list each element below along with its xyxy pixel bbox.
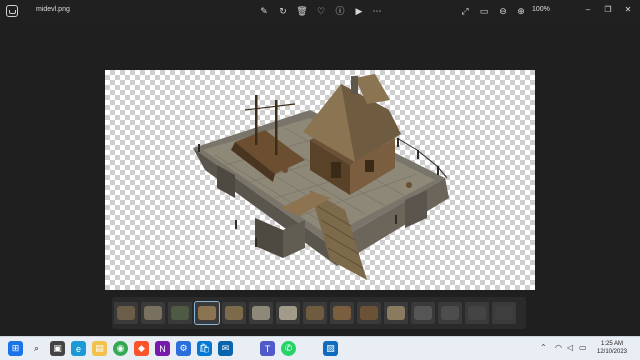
thumbnail[interactable] [357, 302, 381, 324]
photos-icon[interactable]: ▨ [323, 341, 338, 356]
thumbnail[interactable] [114, 302, 138, 324]
fit-icon[interactable]: ▭ [478, 5, 490, 17]
whatsapp-icon[interactable]: ✆ [281, 341, 296, 356]
thumbnail-selected[interactable] [194, 301, 220, 325]
thumbnail[interactable] [492, 302, 516, 324]
zoom-level[interactable]: 100% [532, 6, 550, 13]
time: 1:25 AM [600, 341, 623, 347]
filmstrip[interactable] [112, 297, 526, 329]
settings-icon[interactable]: ⚙ [176, 341, 191, 356]
zoom-in-icon[interactable]: ⊕ [515, 5, 527, 17]
thumbnail[interactable] [384, 302, 408, 324]
tray-overflow-icon[interactable]: ⌃ [540, 343, 547, 352]
thumbnail[interactable] [411, 302, 435, 324]
maximize-icon[interactable]: ❐ [601, 2, 615, 16]
thumbnail[interactable] [465, 302, 489, 324]
onenote-icon[interactable]: N [155, 341, 170, 356]
delete-icon[interactable]: 🗑 [296, 5, 308, 17]
search-icon[interactable]: ⌕ [29, 341, 44, 356]
image-viewer[interactable] [105, 70, 535, 290]
wifi-icon[interactable]: ◠ [555, 343, 562, 352]
start-icon[interactable]: ⊞ [8, 341, 23, 356]
file-explorer-icon[interactable]: ▤ [92, 341, 107, 356]
favorite-icon[interactable]: ♡ [315, 5, 327, 17]
more-icon[interactable]: ⋯ [371, 5, 383, 17]
minimize-icon[interactable]: – [581, 2, 595, 16]
thumbnail[interactable] [276, 302, 300, 324]
clock[interactable]: 1:25 AM 12/10/2023 [592, 340, 632, 356]
slideshow-icon[interactable]: ▶ [353, 5, 365, 17]
edit-icon[interactable]: ✎ [258, 5, 270, 17]
date: 12/10/2023 [596, 349, 628, 355]
photos-app-icon [6, 5, 18, 17]
thumbnail[interactable] [330, 302, 354, 324]
info-icon[interactable]: ⓘ [334, 5, 346, 17]
thumbnail[interactable] [303, 302, 327, 324]
edge-icon[interactable]: e [71, 341, 86, 356]
thumbnail[interactable] [438, 302, 462, 324]
rotate-icon[interactable]: ↻ [277, 5, 289, 17]
teams-icon[interactable]: T [260, 341, 275, 356]
thumbnail[interactable] [249, 302, 273, 324]
task-view-icon[interactable]: ▣ [50, 341, 65, 356]
close-icon[interactable]: ✕ [621, 2, 635, 16]
volume-icon[interactable]: ◁ [567, 343, 573, 352]
fullscreen-icon[interactable]: ⤢ [459, 5, 471, 17]
medieval-dock-image [193, 74, 449, 280]
thumbnail[interactable] [222, 302, 246, 324]
mail-icon[interactable]: ✉ [218, 341, 233, 356]
store-icon[interactable]: 🛍 [197, 341, 212, 356]
thumbnail[interactable] [141, 302, 165, 324]
title-bar: midevl.png ✎ ↻ 🗑 ♡ ⓘ ▶ ⋯ ⤢ ▭ ⊖ ⊕ 100% – … [0, 0, 640, 22]
taskbar: ⊞ ⌕ ▣ e ▤ ◉ ◆ N ⚙ 🛍 ✉ T ✆ ▨ ⌃ ◠ ◁ ▭ 1:25… [0, 336, 640, 360]
file-name: midevl.png [36, 6, 70, 13]
chrome-icon[interactable]: ◉ [113, 341, 128, 356]
brave-icon[interactable]: ◆ [134, 341, 149, 356]
battery-icon[interactable]: ▭ [579, 343, 587, 352]
zoom-out-icon[interactable]: ⊖ [497, 5, 509, 17]
thumbnail[interactable] [168, 302, 192, 324]
